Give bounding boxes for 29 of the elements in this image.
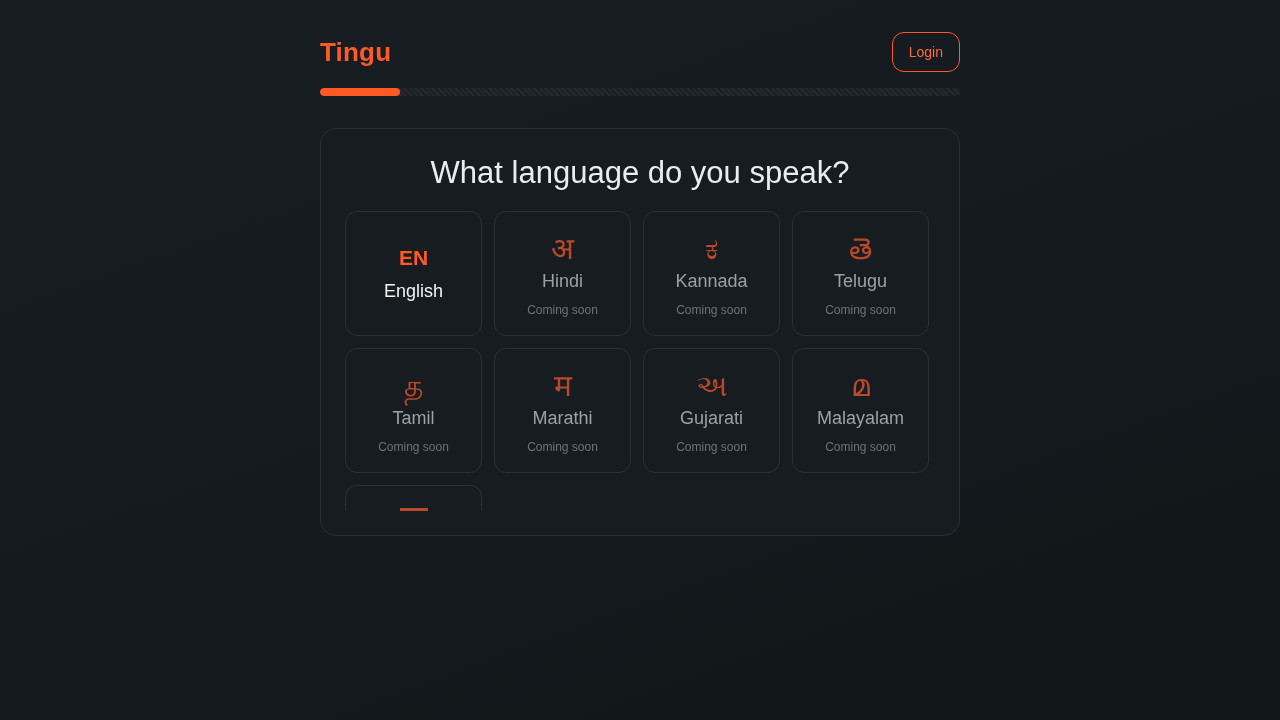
coming-soon-note: Coming soon bbox=[527, 302, 598, 317]
language-name: Telugu bbox=[833, 269, 887, 293]
logo: Tingu bbox=[320, 36, 392, 68]
coming-soon-note: Coming soon bbox=[825, 302, 896, 317]
coming-soon-note: Coming soon bbox=[676, 439, 747, 454]
language-card[interactable]: EN English bbox=[345, 211, 482, 336]
script-glyph: EN bbox=[398, 244, 429, 271]
script-glyph: म bbox=[553, 367, 572, 404]
language-name: Marathi bbox=[532, 406, 593, 430]
language-name: Kannada bbox=[675, 269, 748, 293]
language-name: Gujarati bbox=[680, 406, 743, 430]
login-button[interactable]: Login bbox=[891, 32, 960, 72]
language-card[interactable] bbox=[345, 485, 482, 511]
partial-glyph-icon bbox=[399, 508, 428, 511]
script-glyph: த bbox=[403, 367, 424, 404]
script-glyph: अ bbox=[551, 230, 574, 267]
coming-soon-note: Coming soon bbox=[527, 439, 598, 454]
script-glyph: తె bbox=[849, 230, 872, 267]
coming-soon-note: Coming soon bbox=[378, 439, 449, 454]
language-name: Hindi bbox=[542, 269, 583, 293]
coming-soon-note: Coming soon bbox=[676, 302, 747, 317]
language-name: English bbox=[383, 279, 443, 303]
language-name: Tamil bbox=[392, 406, 435, 430]
script-glyph: અ bbox=[695, 367, 728, 404]
script-glyph: ಕ bbox=[704, 230, 719, 267]
language-name: Malayalam bbox=[817, 406, 904, 430]
script-glyph: മ bbox=[851, 367, 870, 404]
question-title: What language do you speak? bbox=[429, 154, 851, 192]
coming-soon-note: Coming soon bbox=[825, 439, 896, 454]
